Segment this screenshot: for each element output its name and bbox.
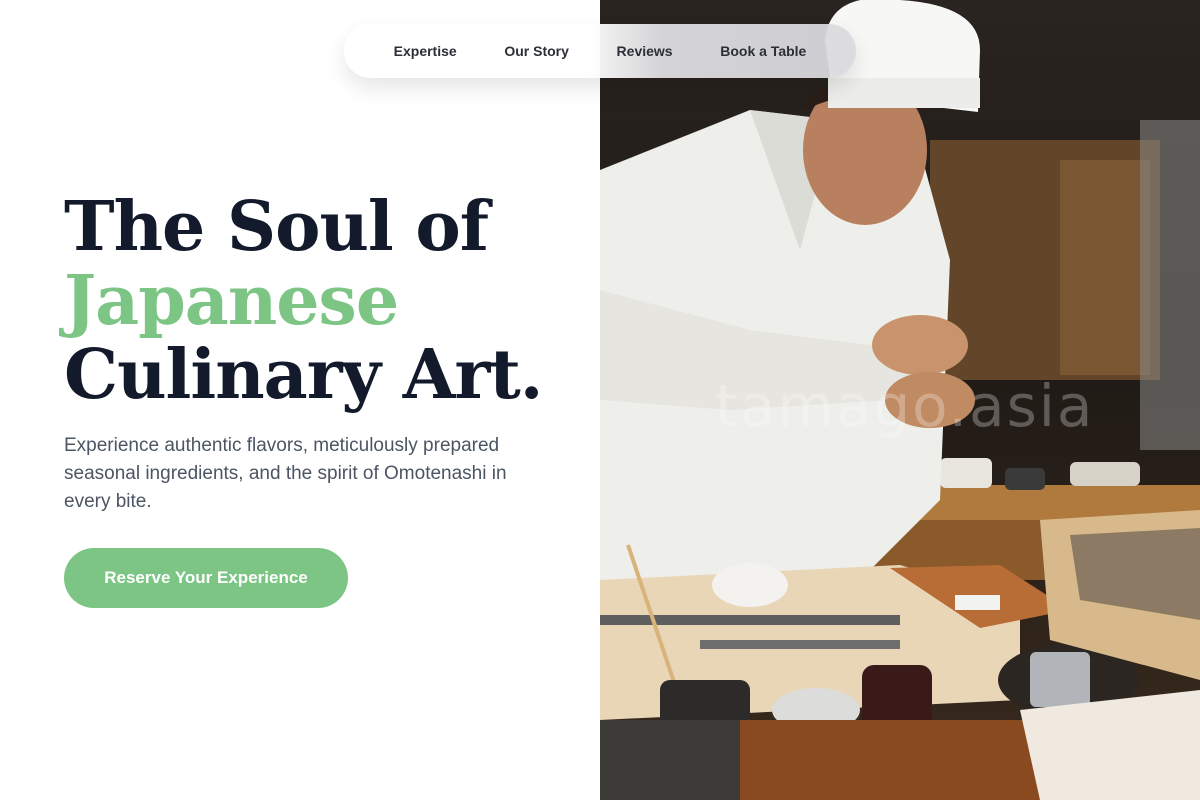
reserve-button[interactable]: Reserve Your Experience [64, 548, 348, 608]
nav-link-our-story[interactable]: Our Story [496, 37, 577, 65]
top-nav: Expertise Our Story Reviews Book a Table [344, 24, 856, 78]
hero-title-line1: The Soul of [64, 187, 489, 267]
hero-title-accent: Japanese [64, 261, 399, 341]
nav-link-expertise[interactable]: Expertise [386, 37, 465, 65]
hero-title: The Soul of Japanese Culinary Art. [64, 187, 543, 415]
nav-link-book-a-table[interactable]: Book a Table [712, 37, 814, 65]
watermark: tamago.asia [715, 372, 1095, 440]
hero-title-line3: Culinary Art. [64, 335, 543, 415]
hero-photo: tamago.asia [600, 0, 1200, 800]
nav-link-reviews[interactable]: Reviews [609, 37, 681, 65]
hero-subtitle: Experience authentic flavors, meticulous… [64, 435, 507, 512]
